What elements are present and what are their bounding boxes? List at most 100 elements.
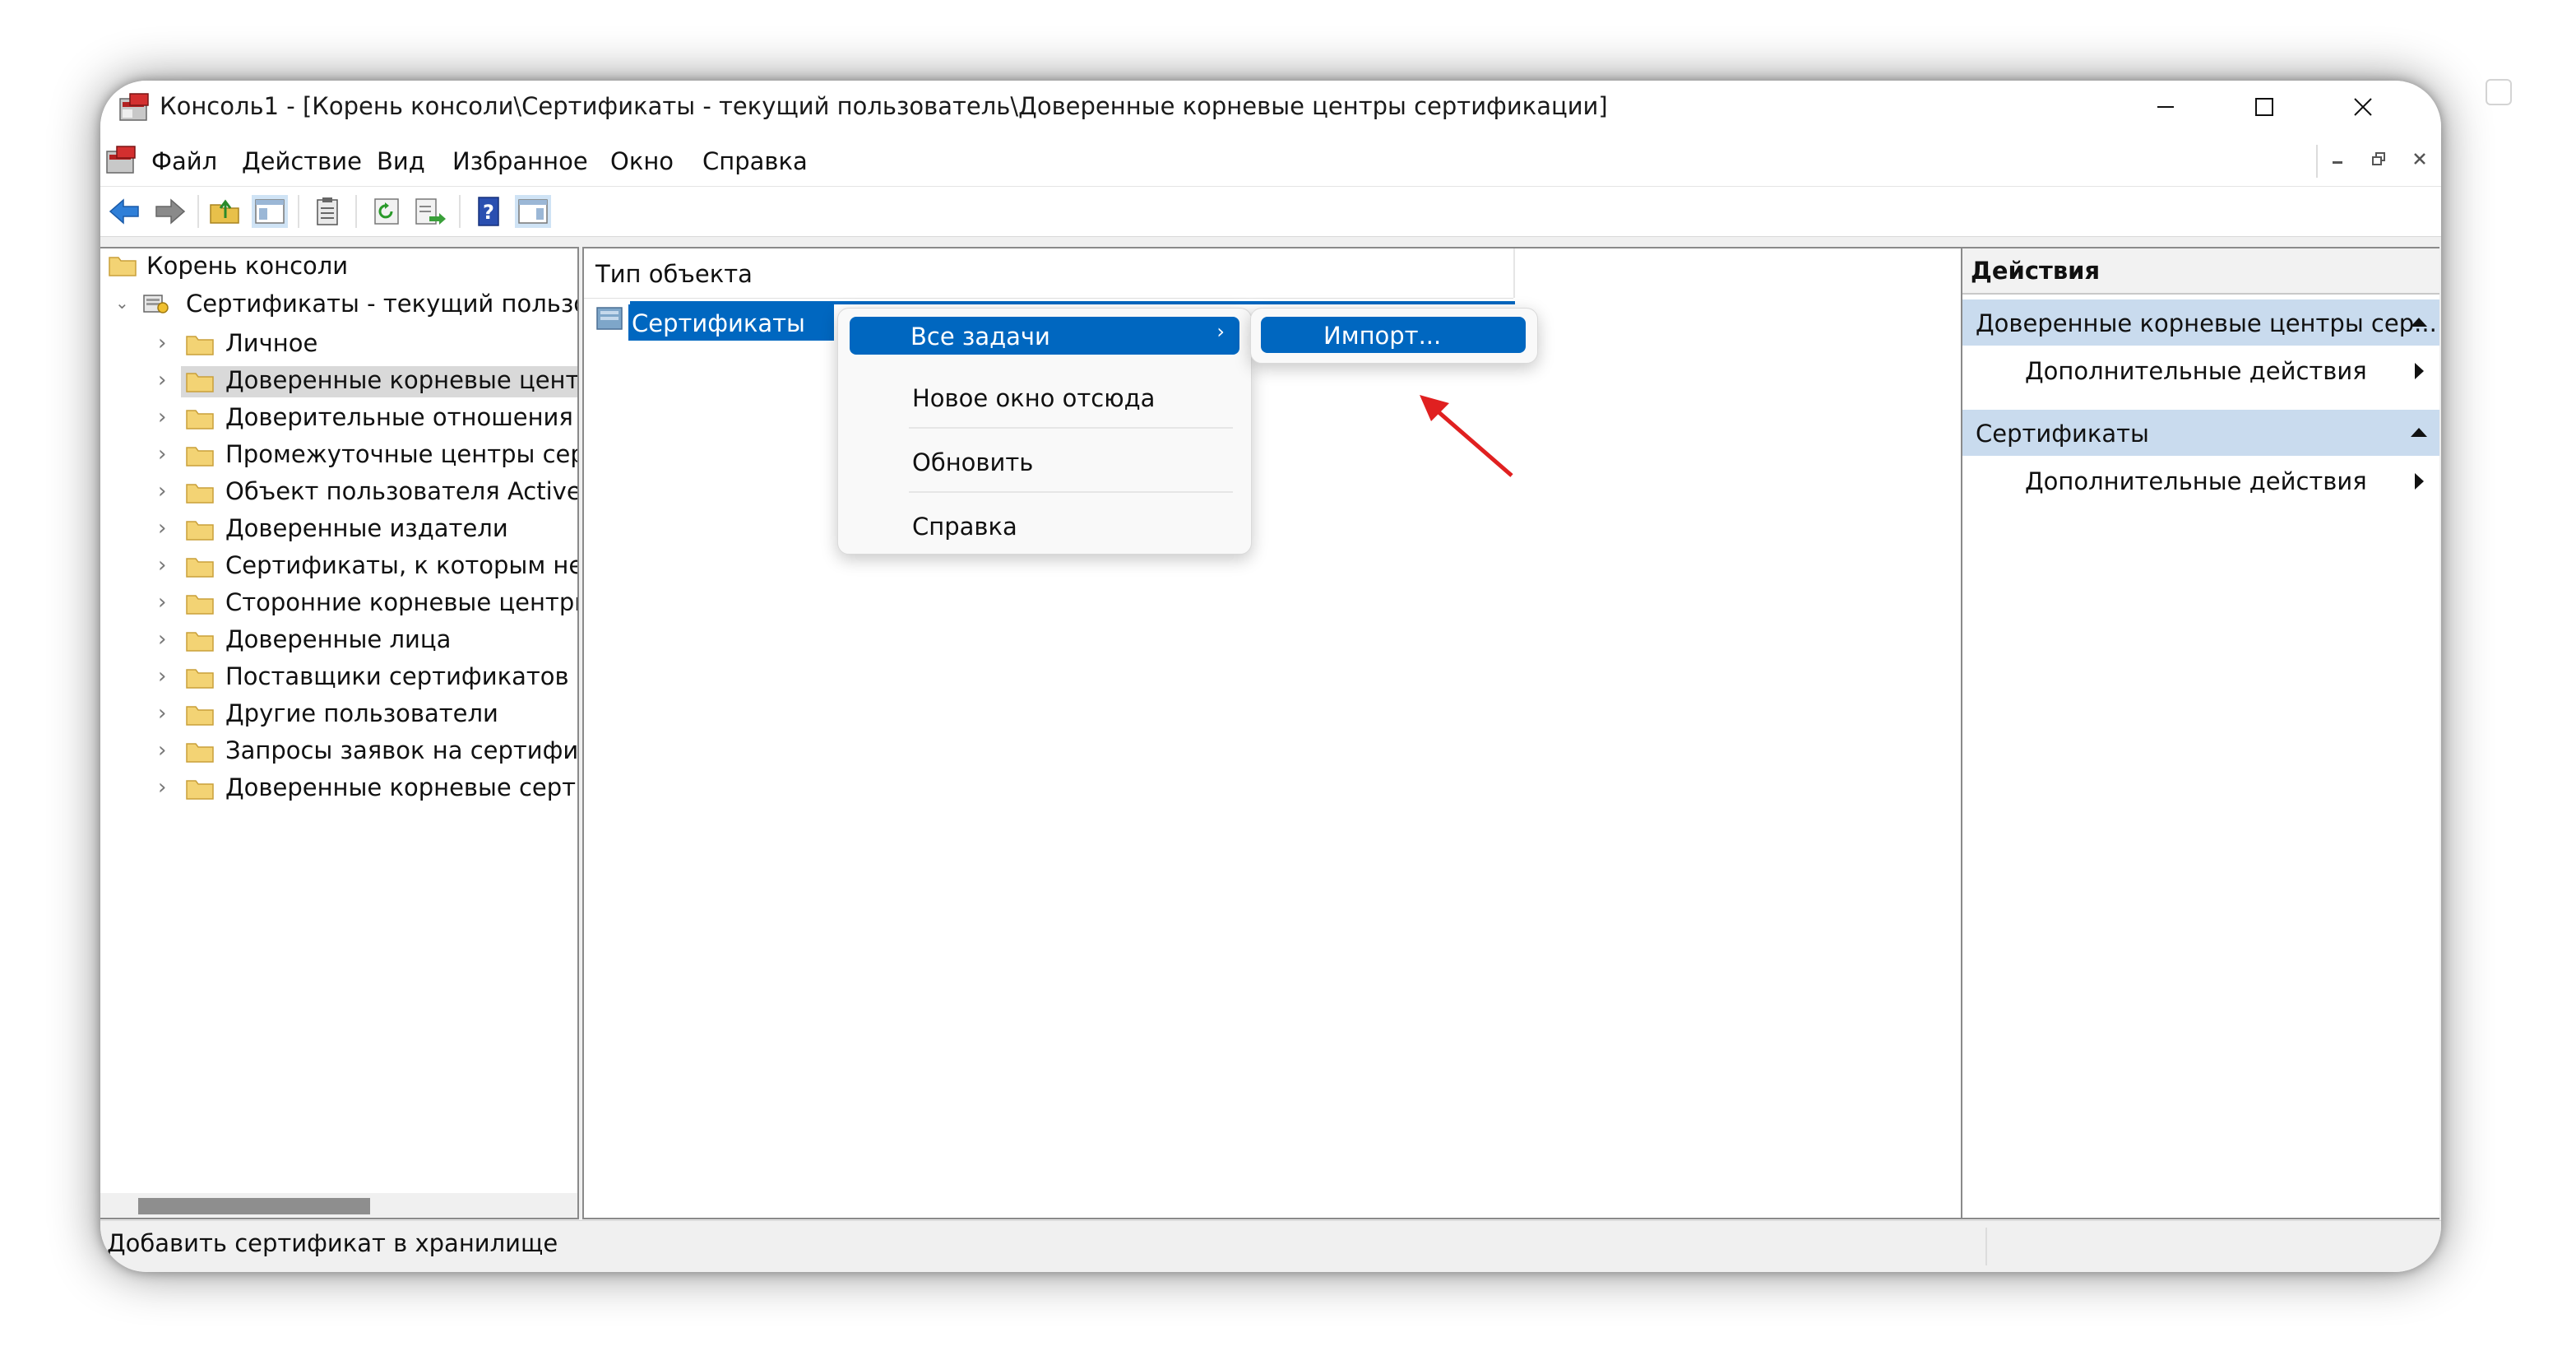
tree-item-label: Личное — [225, 329, 318, 357]
collapse-up-icon[interactable] — [2410, 426, 2428, 438]
chevron-right-icon[interactable]: › — [158, 405, 166, 429]
horizontal-scrollbar[interactable] — [100, 1193, 577, 1218]
menu-item-refresh[interactable]: Обновить — [912, 448, 1033, 476]
minimize-icon — [2157, 106, 2174, 108]
menu-file[interactable]: Файл — [151, 147, 217, 175]
menu-window[interactable]: Окно — [610, 147, 674, 175]
tree-item[interactable]: › Сторонние корневые центры с — [100, 587, 579, 621]
tree-item-label: Промежуточные центры серти — [225, 440, 579, 468]
tree-item-label: Доверенные корневые центры — [225, 366, 579, 394]
title-bar: Консоль1 - [Корень консоли\Сертификаты -… — [100, 81, 2441, 137]
menu-help[interactable]: Справка — [702, 147, 808, 175]
scrollbar-thumb[interactable] — [138, 1198, 370, 1214]
chevron-right-icon — [2415, 363, 2424, 379]
mdi-minimize-button[interactable] — [2319, 145, 2356, 178]
tree-root[interactable]: Корень консоли — [146, 252, 348, 280]
actions-group-certificates[interactable]: Сертификаты — [1962, 410, 2439, 456]
tree-item[interactable]: › Доверенные корневые центры — [100, 364, 579, 399]
chevron-right-icon[interactable]: › — [158, 368, 166, 392]
back-icon[interactable] — [107, 195, 143, 228]
tree-item[interactable]: › Запросы заявок на сертификат — [100, 735, 577, 769]
tree-item[interactable]: › Поставщики сертификатов про — [100, 661, 577, 695]
context-menu: Все задачи › Новое окно отсюда Обновить … — [837, 308, 1252, 555]
folder-icon — [186, 706, 214, 726]
column-object-type: Тип объекта — [595, 260, 753, 288]
tree-certificates-current-user[interactable]: Сертификаты - текущий пользоват — [186, 290, 577, 318]
mdi-close-button[interactable] — [2402, 145, 2438, 178]
tree-item[interactable]: › Другие пользователи — [100, 698, 577, 732]
close-button[interactable] — [2334, 87, 2392, 127]
close-icon — [2354, 98, 2372, 116]
certificate-store-icon — [596, 307, 623, 330]
action-pane-icon[interactable] — [515, 195, 551, 228]
tree-item-label: Сторонние корневые центры с — [225, 588, 579, 616]
selected-row-certificates[interactable]: Сертификаты — [628, 304, 834, 341]
chevron-right-icon[interactable]: › — [158, 664, 166, 689]
mdi-restore-button[interactable] — [2361, 145, 2397, 178]
actions-more-certificates[interactable]: Дополнительные действия — [1962, 462, 2439, 502]
menu-favorites[interactable]: Избранное — [452, 147, 588, 175]
console-menu-icon[interactable] — [105, 145, 137, 174]
all-tasks-submenu: Импорт... — [1250, 308, 1538, 364]
chevron-right-icon[interactable]: › — [158, 553, 166, 578]
maximize-button[interactable] — [2235, 87, 2293, 127]
menu-item-import[interactable]: Импорт... — [1261, 317, 1526, 353]
up-folder-icon[interactable] — [207, 195, 243, 228]
help-icon[interactable]: ? — [470, 195, 507, 228]
tree-item[interactable]: › Объект пользователя Active Di — [100, 476, 577, 510]
chevron-right-icon[interactable]: › — [158, 775, 166, 800]
tree-item[interactable]: › Сертификаты, к которым нет до — [100, 550, 577, 584]
menu-item-new-window[interactable]: Новое окно отсюда — [912, 384, 1155, 412]
folder-icon — [186, 336, 214, 355]
tree-item[interactable]: › Доверенные лица — [100, 624, 577, 658]
tree-item-label: Другие пользователи — [225, 699, 498, 727]
menu-item-help[interactable]: Справка — [912, 513, 1017, 541]
tree-item-label: Доверенные издатели — [225, 514, 508, 542]
chevron-right-icon[interactable]: › — [158, 479, 166, 504]
chevron-right-icon[interactable]: › — [158, 331, 166, 355]
tree-item[interactable]: › Промежуточные центры серти — [100, 439, 579, 473]
export-list-icon[interactable] — [411, 195, 447, 228]
collapse-up-icon[interactable] — [2410, 316, 2428, 327]
results-pane: Тип объекта Сертификаты — [582, 247, 2091, 1219]
clipboard-icon[interactable] — [309, 195, 345, 228]
minimize-icon — [2333, 161, 2342, 164]
chevron-right-icon[interactable]: › — [158, 701, 166, 726]
outer-checkbox — [2486, 79, 2512, 105]
forward-icon[interactable] — [151, 195, 188, 228]
folder-icon — [186, 558, 214, 578]
column-divider[interactable] — [1513, 248, 1515, 298]
folder-icon — [186, 595, 214, 615]
minimize-button[interactable] — [2137, 87, 2194, 127]
chevron-down-icon[interactable]: ⌄ — [115, 293, 129, 313]
annotation-arrow — [1420, 395, 1513, 477]
refresh-icon[interactable] — [368, 195, 405, 228]
folder-icon — [186, 743, 214, 763]
folder-icon — [186, 447, 214, 467]
tree-item[interactable]: › Доверенные издатели — [100, 513, 577, 547]
show-hide-tree-icon[interactable] — [252, 195, 288, 228]
chevron-right-icon[interactable]: › — [158, 590, 166, 615]
menu-item-all-tasks[interactable]: Все задачи › — [850, 317, 1239, 355]
actions-more-trusted-root[interactable]: Дополнительные действия — [1962, 352, 2439, 392]
tree-item[interactable]: › Доверенные корневые сертиф — [100, 772, 579, 806]
column-header[interactable]: Тип объекта — [584, 248, 1513, 299]
tree-item-label: Доверительные отношения в п — [225, 403, 579, 431]
actions-group-trusted-root[interactable]: Доверенные корневые центры сер... — [1962, 299, 2439, 346]
chevron-right-icon[interactable]: › — [158, 516, 166, 541]
chevron-right-icon[interactable]: › — [158, 442, 166, 467]
chevron-right-icon[interactable]: › — [158, 627, 166, 652]
chevron-right-icon[interactable]: › — [158, 738, 166, 763]
folder-icon — [186, 669, 214, 689]
svg-text:?: ? — [483, 201, 494, 224]
tree-item[interactable]: › Доверительные отношения в п — [100, 402, 579, 436]
maximize-icon — [2255, 98, 2273, 116]
actions-pane: Действия Доверенные корневые центры сер.… — [1961, 247, 2439, 1219]
menu-view[interactable]: Вид — [377, 147, 425, 175]
tree-item-label: Сертификаты, к которым нет до — [225, 551, 577, 579]
tree-item-label: Доверенные корневые сертиф — [225, 773, 579, 801]
menu-action[interactable]: Действие — [242, 147, 362, 175]
tree-item[interactable]: › Личное — [100, 327, 577, 362]
mmc-window: Консоль1 - [Корень консоли\Сертификаты -… — [100, 81, 2441, 1272]
tree-item-label: Доверенные лица — [225, 625, 452, 653]
